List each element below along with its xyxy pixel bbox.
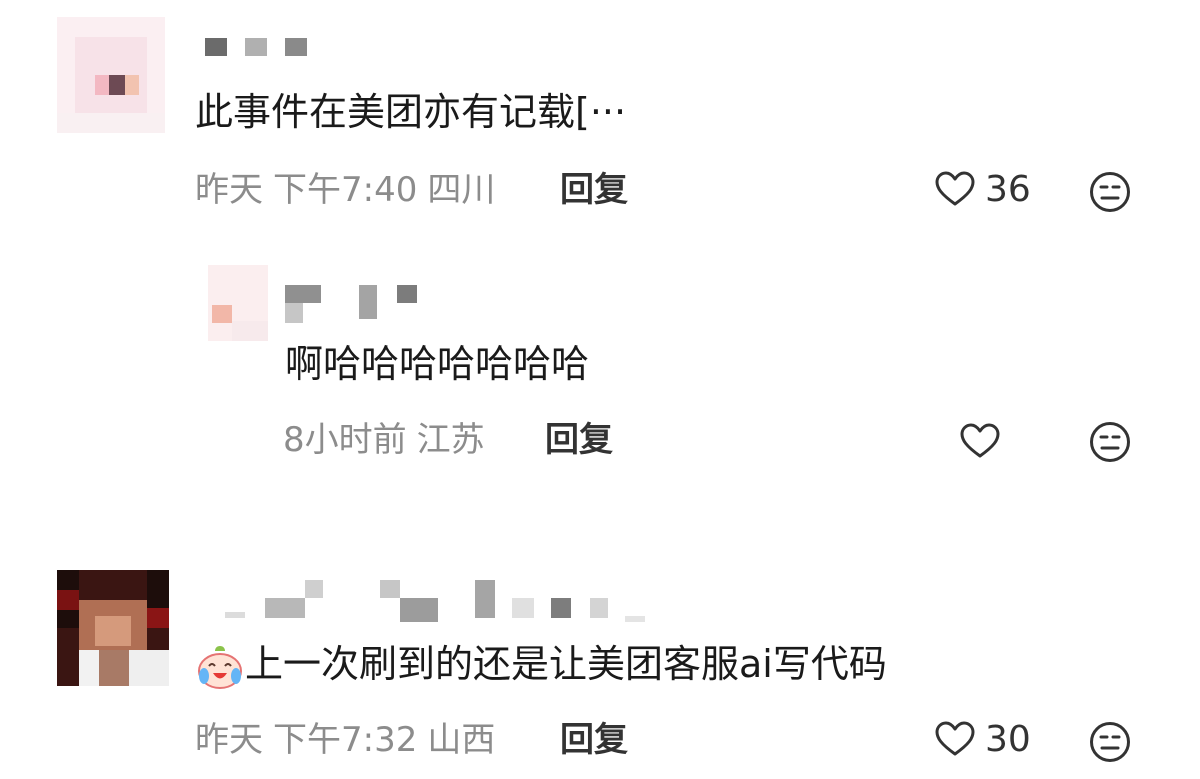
dislike-button[interactable] [1088,420,1132,468]
like-count: 30 [985,719,1031,760]
reply-button[interactable]: 回复 [560,718,628,762]
heart-outline-icon [935,721,975,756]
dislike-button[interactable] [1088,720,1132,768]
comment-meta: 昨天 下午7:40 四川 [195,168,505,212]
dislike-face-icon [1090,722,1130,762]
comment-text: 啊哈哈哈哈哈哈哈 [285,342,590,386]
like-count: 36 [985,169,1031,210]
comment-date: 昨天 [195,720,263,760]
reply-comment-item: 啊哈哈哈哈哈哈哈 8小时前 江苏 回复 [0,240,1200,500]
username-blurred [285,285,425,325]
like-button[interactable] [958,420,1002,464]
comment-date: 8小时前 [283,420,407,460]
comment-location: 江苏 [416,420,485,460]
username-blurred [225,570,655,624]
dislike-face-icon [1090,422,1130,462]
avatar[interactable] [208,265,268,341]
avatar[interactable] [57,17,165,133]
comment-meta: 昨天 下午7:32 山西 [195,718,505,762]
comment-text: 此事件在美团亦有记载[··· [195,90,627,134]
heart-outline-icon [935,171,975,206]
crying-laughing-emoji [198,645,242,689]
username-blurred [205,38,315,66]
avatar[interactable] [57,570,169,686]
comment-text: 上一次刷到的还是让美团客服ai写代码 [195,640,887,692]
heart-outline-icon [960,423,1000,458]
comment-date: 昨天 [195,170,263,210]
dislike-face-icon [1090,172,1130,212]
comment-meta: 8小时前 江苏 [283,418,495,462]
comment-time: 下午7:32 [273,720,418,760]
like-button[interactable]: 30 [933,718,1031,762]
comment-item: 上一次刷到的还是让美团客服ai写代码 昨天 下午7:32 山西 回复 30 [0,560,1200,779]
like-button[interactable]: 36 [933,168,1031,212]
comment-location: 四川 [427,170,496,210]
dislike-button[interactable] [1088,170,1132,218]
reply-button[interactable]: 回复 [545,418,613,462]
comment-location: 山西 [427,720,496,760]
comment-time: 下午7:40 [273,170,418,210]
comment-text-content: 上一次刷到的还是让美团客服ai写代码 [245,642,887,686]
reply-button[interactable]: 回复 [560,168,628,212]
comment-item: 此事件在美团亦有记载[··· 昨天 下午7:40 四川 回复 36 [0,0,1200,240]
